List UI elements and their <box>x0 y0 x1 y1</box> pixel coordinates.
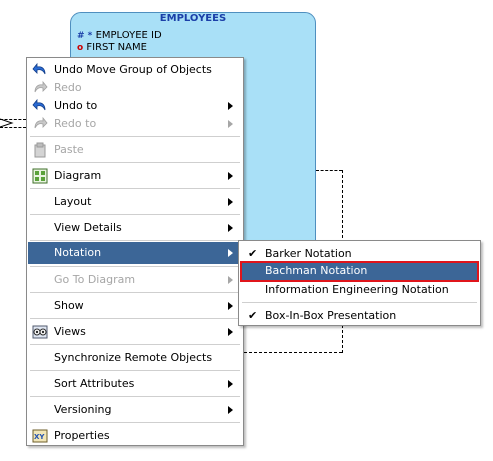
menu-item-redo-to[interactable]: Redo to <box>28 113 242 135</box>
views-icon <box>32 324 48 340</box>
menu-item-notation[interactable]: Notation <box>28 242 242 264</box>
submenu-item-box-in-box-presentation[interactable]: ✔ Box-In-Box Presentation <box>240 306 479 326</box>
relationship-line <box>244 352 342 353</box>
relationship-crowfoot-icon <box>0 118 14 128</box>
checkmark-icon: ✔ <box>248 309 258 322</box>
entity-attribute: o FIRST NAME <box>77 42 147 53</box>
menu-separator <box>30 292 240 293</box>
menu-separator <box>242 302 477 303</box>
submenu-arrow-icon <box>228 102 233 110</box>
submenu-arrow-icon <box>228 276 233 284</box>
menu-item-go-to-diagram[interactable]: Go To Diagram <box>28 269 242 291</box>
submenu-arrow-icon <box>228 224 233 232</box>
menu-item-versioning[interactable]: Versioning <box>28 399 242 421</box>
menu-item-paste[interactable]: Paste <box>28 139 242 161</box>
checkmark-icon: ✔ <box>248 247 258 260</box>
relationship-line <box>316 170 342 171</box>
optional-marker: o <box>77 43 84 53</box>
menu-separator <box>30 240 240 241</box>
menu-item-view-details[interactable]: View Details <box>28 217 242 239</box>
paste-icon <box>32 142 48 158</box>
menu-separator <box>30 370 240 371</box>
submenu-arrow-icon <box>228 172 233 180</box>
menu-separator <box>30 266 240 267</box>
menu-separator <box>30 318 240 319</box>
submenu-arrow-icon <box>228 328 233 336</box>
redo-icon <box>32 80 48 96</box>
menu-separator <box>30 136 240 137</box>
redo-icon <box>32 116 48 132</box>
menu-separator <box>30 188 240 189</box>
menu-separator <box>30 422 240 423</box>
notation-submenu: ✔ Barker Notation Bachman Notation Infor… <box>238 240 481 326</box>
undo-icon <box>32 62 48 78</box>
submenu-item-information-engineering-notation[interactable]: Information Engineering Notation <box>240 280 479 300</box>
entity-title: EMPLOYEES <box>159 13 227 24</box>
submenu-arrow-icon <box>228 380 233 388</box>
context-menu: Undo Move Group of Objects Redo Undo to … <box>26 57 244 446</box>
attribute-name: FIRST NAME <box>86 42 147 53</box>
submenu-arrow-icon <box>228 120 233 128</box>
menu-separator <box>30 396 240 397</box>
menu-item-sort-attributes[interactable]: Sort Attributes <box>28 373 242 395</box>
menu-item-properties[interactable]: XY Properties <box>28 425 242 447</box>
menu-item-show[interactable]: Show <box>28 295 242 317</box>
submenu-arrow-icon <box>228 302 233 310</box>
submenu-arrow-icon <box>228 249 233 257</box>
properties-icon: XY <box>32 428 48 444</box>
undo-icon <box>32 98 48 114</box>
menu-separator <box>30 344 240 345</box>
menu-item-synchronize-remote-objects[interactable]: Synchronize Remote Objects <box>28 347 242 369</box>
entity-attribute: # * EMPLOYEE ID <box>77 30 162 41</box>
attribute-name: EMPLOYEE ID <box>95 30 162 41</box>
menu-item-diagram[interactable]: Diagram <box>28 165 242 187</box>
menu-item-layout[interactable]: Layout <box>28 191 242 213</box>
submenu-item-bachman-notation[interactable]: Bachman Notation <box>240 261 479 282</box>
menu-separator <box>30 214 240 215</box>
menu-item-views[interactable]: Views <box>28 321 242 343</box>
submenu-arrow-icon <box>228 406 233 414</box>
submenu-arrow-icon <box>228 198 233 206</box>
diagram-icon <box>32 168 48 184</box>
primary-key-marker: # * <box>77 31 93 41</box>
menu-separator <box>30 162 240 163</box>
svg-text:XY: XY <box>34 433 45 441</box>
